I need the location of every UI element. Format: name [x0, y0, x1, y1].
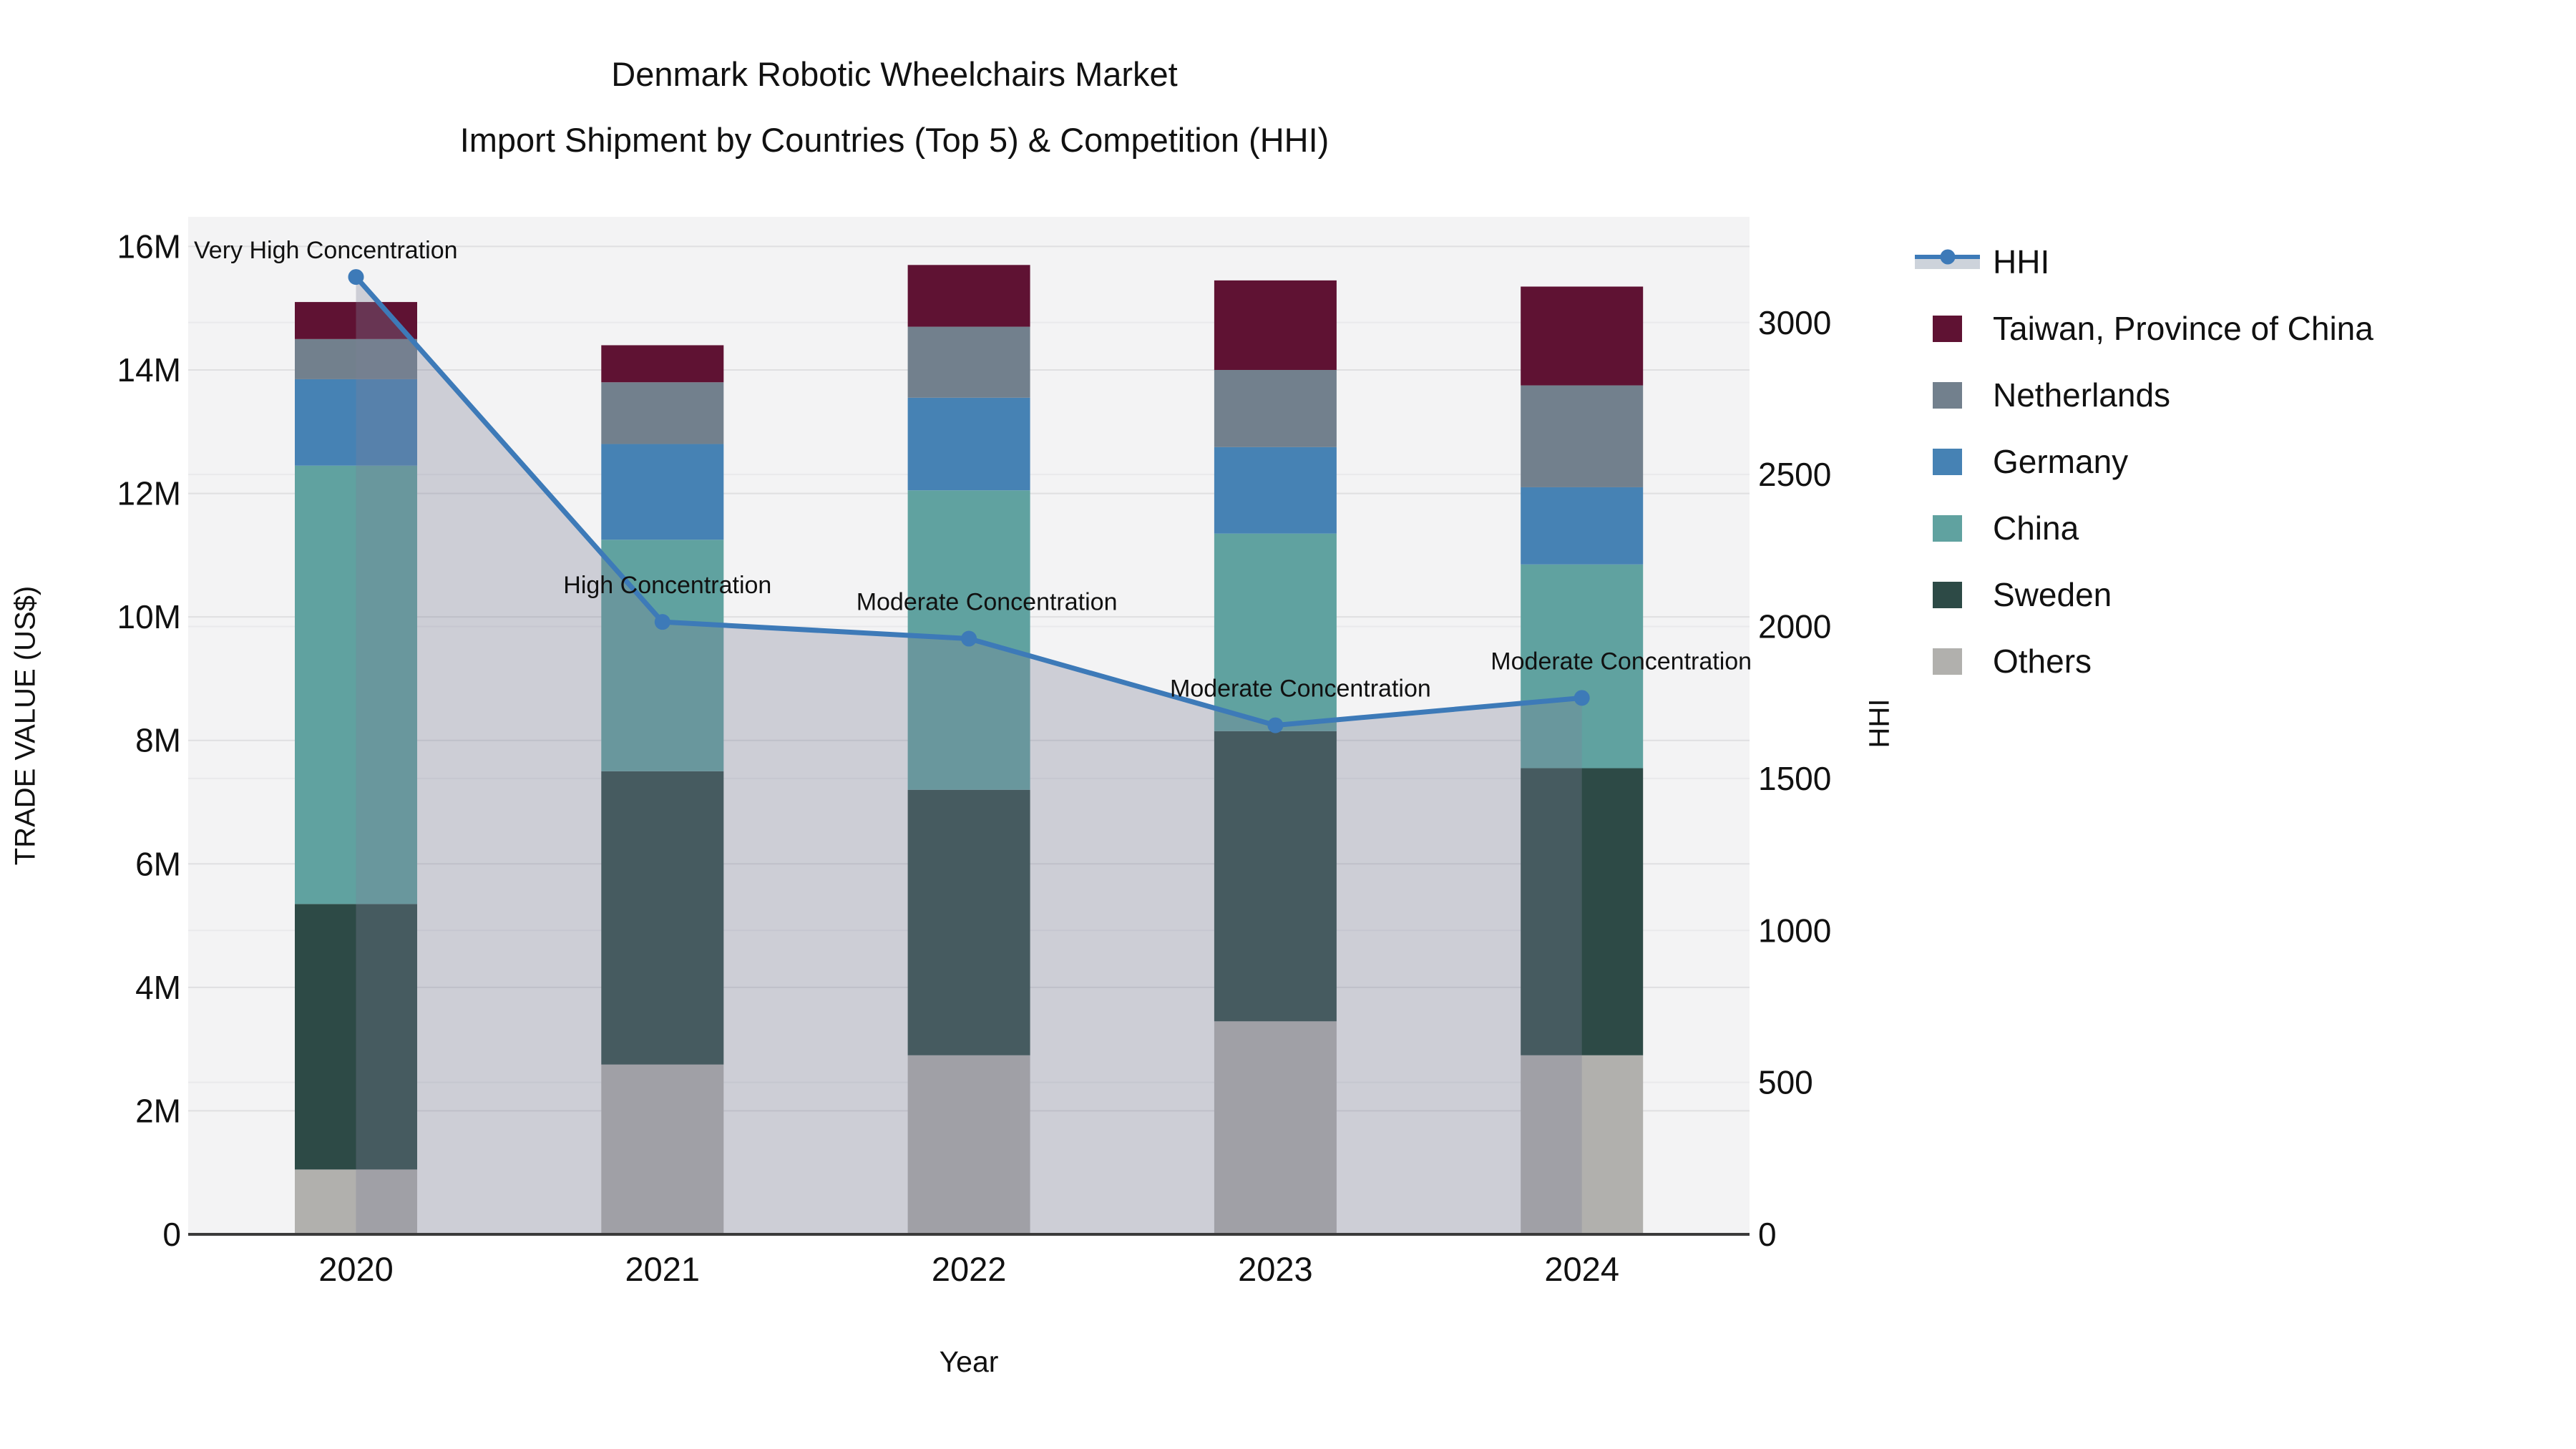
y-left-tick-label: 4M [135, 969, 181, 1006]
y-left-tick-label: 12M [117, 475, 181, 512]
y-left-axis-title: TRADE VALUE (US$) [9, 585, 42, 866]
chart-page: 0 2M 4M 6M 8M 10M 12M 14M 16M 0 500 1000 1500 2000 250… [0, 0, 2576, 1449]
x-tick-label-2022: 2022 [932, 1250, 1007, 1288]
x-tick-label-2020: 2020 [318, 1250, 394, 1288]
bar-segment-taiwan-province-of-china-2023 [1214, 280, 1337, 370]
y-left-tick-label: 0 [162, 1216, 181, 1253]
bar-segment-taiwan-province-of-china-2022 [907, 265, 1030, 327]
legend-item-china: China [1913, 507, 2373, 550]
bar-segment-germany-2023 [1214, 447, 1337, 534]
legend-item-hhi: HHI [1913, 240, 2373, 283]
legend-label: Others [1993, 643, 2092, 680]
hhi-marker-2021 [654, 614, 670, 630]
annotation-2022: Moderate Concentration [857, 589, 1118, 616]
x-tick-label-2023: 2023 [1238, 1250, 1313, 1288]
y-left-tick-label: 10M [117, 598, 181, 635]
y-right-tick-label: 1500 [1758, 760, 1831, 797]
y-right-axis-title: HHI [1863, 698, 1896, 748]
annotation-2020: Very High Concentration [194, 237, 458, 264]
bar-segment-taiwan-province-of-china-2024 [1521, 286, 1644, 386]
taiwan-swatch-icon [1933, 315, 1962, 342]
legend-item-taiwan: Taiwan, Province of China [1913, 307, 2373, 350]
legend: HHI Taiwan, Province of China Netherland… [1913, 240, 2373, 706]
y-left-tick-label: 16M [117, 228, 181, 265]
bar-segment-netherlands-2022 [907, 326, 1030, 398]
sweden-swatch-icon [1933, 581, 1962, 608]
y-left-tick-label: 2M [135, 1092, 181, 1129]
chart-title-line2: Import Shipment by Countries (Top 5) & C… [459, 121, 1330, 159]
hhi-line-swatch-icon [1915, 249, 1980, 269]
bar-segment-netherlands-2024 [1521, 385, 1644, 487]
x-tick-label-2021: 2021 [625, 1250, 701, 1288]
legend-item-sweden: Sweden [1913, 573, 2373, 616]
legend-label: HHI [1993, 243, 2050, 280]
x-tick-label-2024: 2024 [1544, 1250, 1619, 1288]
germany-swatch-icon [1933, 448, 1962, 475]
hhi-marker-2020 [348, 269, 364, 286]
y-right-tick-label: 2000 [1758, 608, 1831, 645]
bar-segment-netherlands-2023 [1214, 369, 1337, 447]
bar-segment-germany-2021 [601, 444, 724, 540]
hhi-marker-2022 [961, 630, 977, 647]
bar-segment-germany-2024 [1521, 487, 1644, 565]
chart-title: Denmark Robotic Wheelchairs Market Impor… [0, 42, 1789, 173]
y-right-tick-label: 1000 [1758, 912, 1831, 949]
hhi-marker-2023 [1267, 717, 1284, 733]
legend-label: Sweden [1993, 576, 2112, 613]
legend-item-netherlands: Netherlands [1913, 374, 2373, 416]
legend-item-germany: Germany [1913, 440, 2373, 483]
y-right-tick-label: 2500 [1758, 456, 1831, 493]
y-left-tick-label: 8M [135, 722, 181, 759]
annotation-2024: Moderate Concentration [1491, 648, 1752, 675]
legend-label: Netherlands [1993, 376, 2171, 414]
legend-item-others: Others [1913, 640, 2373, 683]
bar-segment-germany-2022 [907, 397, 1030, 491]
y-left-tick-label: 6M [135, 845, 181, 882]
annotation-2021: High Concentration [563, 572, 771, 599]
bar-segment-taiwan-province-of-china-2021 [601, 345, 724, 383]
hhi-marker-icon [1940, 249, 1955, 265]
x-axis-title: Year [940, 1345, 999, 1378]
netherlands-swatch-icon [1933, 381, 1962, 409]
legend-label: Taiwan, Province of China [1993, 310, 2373, 347]
bar-segment-netherlands-2021 [601, 382, 724, 444]
y-right-tick-label: 3000 [1758, 304, 1831, 341]
china-swatch-icon [1933, 514, 1962, 542]
chart-title-line1: Denmark Robotic Wheelchairs Market [611, 55, 1178, 93]
legend-label: China [1993, 509, 2079, 547]
others-swatch-icon [1933, 648, 1962, 675]
combo-chart-canvas: 0 2M 4M 6M 8M 10M 12M 14M 16M 0 500 1000 1500 2000 250… [117, 217, 1831, 1378]
y-right-tick-label: 0 [1758, 1216, 1777, 1253]
hhi-marker-2024 [1574, 690, 1590, 706]
annotation-2023: Moderate Concentration [1170, 675, 1431, 703]
y-left-tick-label: 14M [117, 351, 181, 389]
y-right-tick-label: 500 [1758, 1064, 1813, 1101]
legend-label: Germany [1993, 443, 2129, 480]
